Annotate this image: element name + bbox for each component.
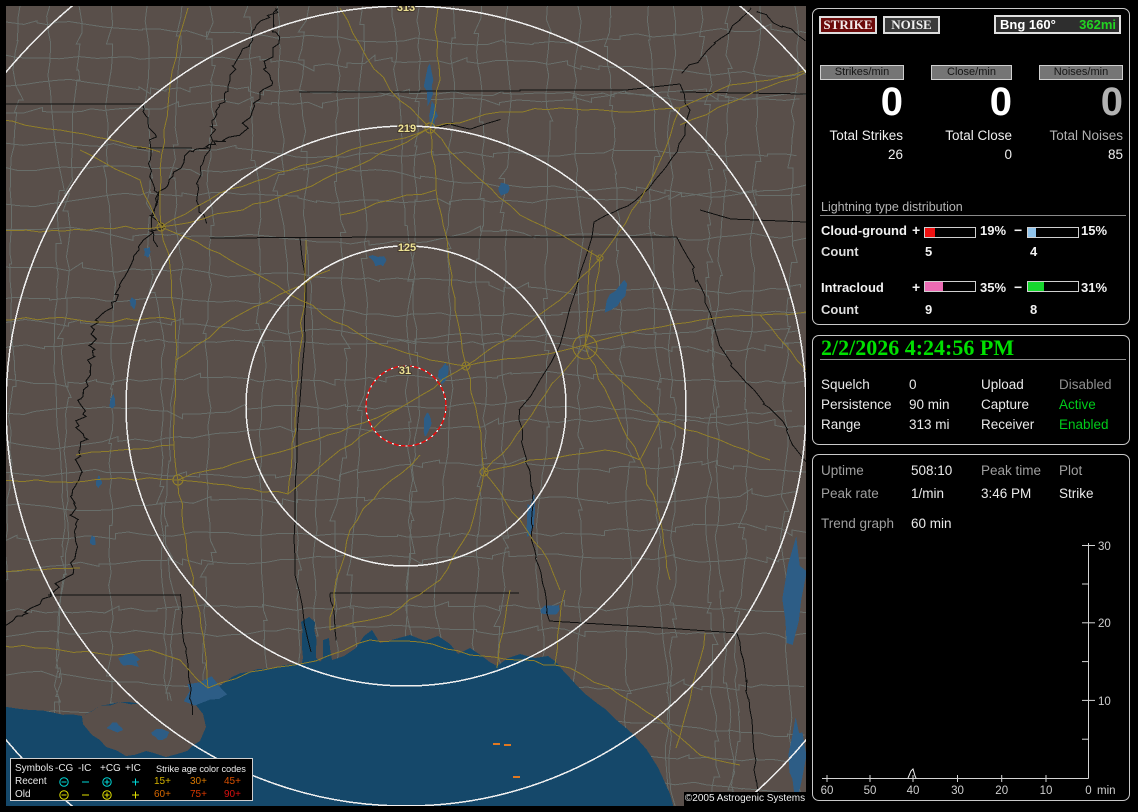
svg-text:10: 10: [1098, 696, 1111, 708]
svg-text:30: 30: [951, 785, 964, 797]
svg-text:min: min: [1097, 785, 1116, 797]
svg-text:125: 125: [398, 242, 416, 254]
svg-text:20: 20: [1098, 618, 1111, 630]
svg-text:40: 40: [907, 785, 920, 797]
svg-text:0: 0: [1085, 785, 1091, 797]
svg-text:219: 219: [398, 123, 416, 135]
svg-text:60: 60: [821, 785, 834, 797]
svg-text:20: 20: [995, 785, 1008, 797]
svg-text:30: 30: [1098, 541, 1111, 553]
svg-text:10: 10: [1040, 785, 1053, 797]
svg-text:50: 50: [864, 785, 877, 797]
svg-text:313: 313: [397, 6, 415, 14]
svg-text:31: 31: [399, 365, 411, 377]
